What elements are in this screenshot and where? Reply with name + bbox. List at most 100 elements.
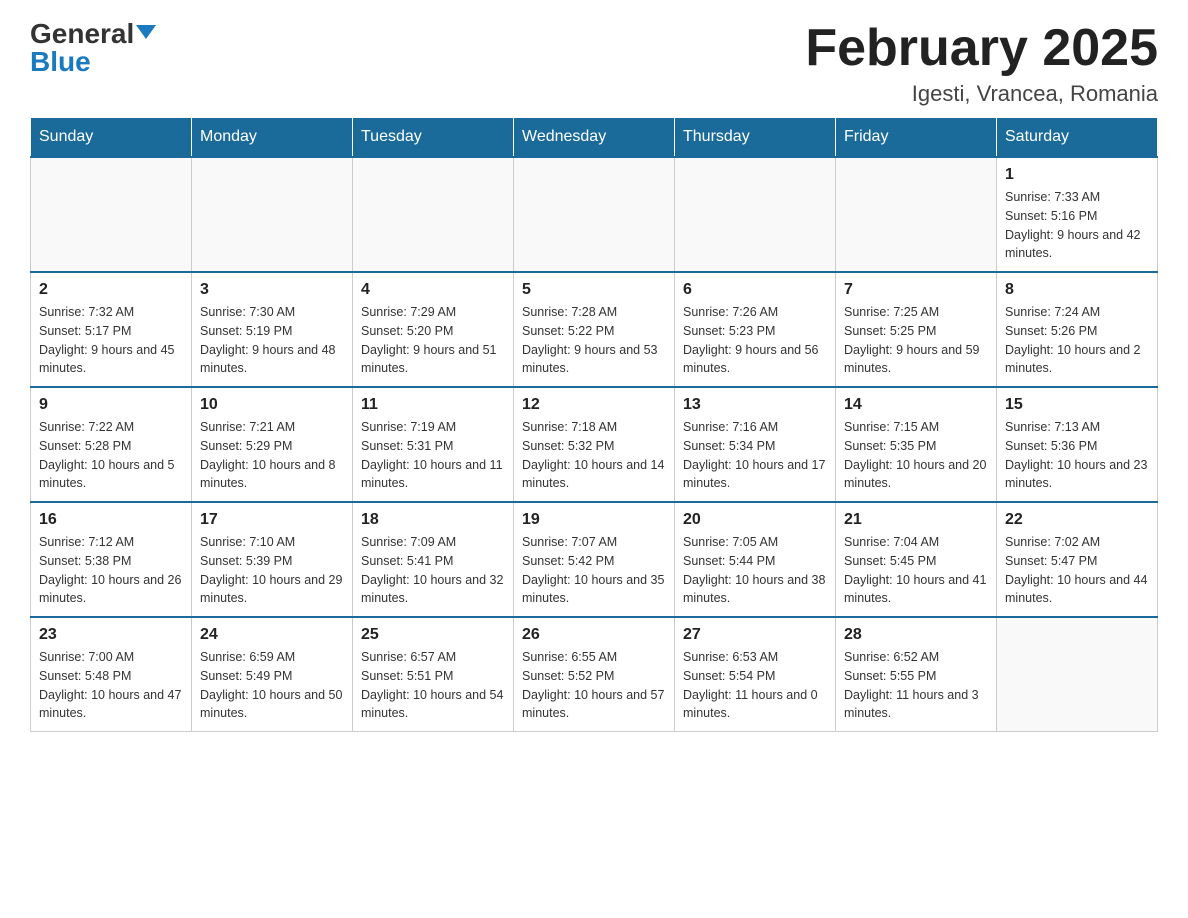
table-row: 6 Sunrise: 7:26 AMSunset: 5:23 PMDaylight… xyxy=(675,272,836,387)
day-info: Sunrise: 7:16 AMSunset: 5:34 PMDaylight:… xyxy=(683,418,827,493)
day-info: Sunrise: 7:10 AMSunset: 5:39 PMDaylight:… xyxy=(200,533,344,608)
day-number: 10 xyxy=(200,396,344,414)
table-row: 18 Sunrise: 7:09 AMSunset: 5:41 PMDayligh… xyxy=(353,502,514,617)
day-number: 9 xyxy=(39,396,183,414)
table-row: 5Sunrise: 7:28 AMSunset: 5:22 PMDaylight… xyxy=(514,272,675,387)
table-row xyxy=(997,617,1158,732)
day-number: 15 xyxy=(1005,396,1149,414)
day-info: Sunrise: 7:12 AMSunset: 5:38 PMDaylight:… xyxy=(39,533,183,608)
day-info: Sunrise: 7:25 AMSunset: 5:25 PMDaylight:… xyxy=(844,303,988,378)
calendar-week-row: 16 Sunrise: 7:12 AMSunset: 5:38 PMDayligh… xyxy=(31,502,1158,617)
day-info: Sunrise: 7:22 AMSunset: 5:28 PMDaylight:… xyxy=(39,418,183,493)
day-number: 20 xyxy=(683,511,827,529)
day-info: Sunrise: 7:09 AMSunset: 5:41 PMDaylight:… xyxy=(361,533,505,608)
col-saturday: Saturday xyxy=(997,118,1158,158)
col-friday: Friday xyxy=(836,118,997,158)
day-info: Sunrise: 7:13 AMSunset: 5:36 PMDaylight:… xyxy=(1005,418,1149,493)
month-title: February 2025 xyxy=(805,20,1158,77)
logo-text: GeneralBlue xyxy=(30,20,156,76)
day-number: 16 xyxy=(39,511,183,529)
table-row: 17 Sunrise: 7:10 AMSunset: 5:39 PMDayligh… xyxy=(192,502,353,617)
col-tuesday: Tuesday xyxy=(353,118,514,158)
logo-blue: Blue xyxy=(30,46,91,77)
day-number: 11 xyxy=(361,396,505,414)
day-info: Sunrise: 7:19 AMSunset: 5:31 PMDaylight:… xyxy=(361,418,505,493)
day-info: Sunrise: 7:05 AMSunset: 5:44 PMDaylight:… xyxy=(683,533,827,608)
day-number: 13 xyxy=(683,396,827,414)
table-row: 12Sunrise: 7:18 AMSunset: 5:32 PMDayligh… xyxy=(514,387,675,502)
table-row: 8 Sunrise: 7:24 AMSunset: 5:26 PMDaylight… xyxy=(997,272,1158,387)
day-number: 8 xyxy=(1005,281,1149,299)
logo-triangle-icon xyxy=(136,25,156,39)
table-row: 15 Sunrise: 7:13 AMSunset: 5:36 PMDayligh… xyxy=(997,387,1158,502)
table-row: 16 Sunrise: 7:12 AMSunset: 5:38 PMDayligh… xyxy=(31,502,192,617)
table-row: 7 Sunrise: 7:25 AMSunset: 5:25 PMDaylight… xyxy=(836,272,997,387)
table-row: 11 Sunrise: 7:19 AMSunset: 5:31 PMDayligh… xyxy=(353,387,514,502)
day-number: 6 xyxy=(683,281,827,299)
table-row xyxy=(514,157,675,272)
day-number: 14 xyxy=(844,396,988,414)
day-info: Sunrise: 6:57 AMSunset: 5:51 PMDaylight:… xyxy=(361,648,505,723)
day-info: Sunrise: 7:29 AMSunset: 5:20 PMDaylight:… xyxy=(361,303,505,378)
day-number: 4 xyxy=(361,281,505,299)
day-info: Sunrise: 7:15 AMSunset: 5:35 PMDaylight:… xyxy=(844,418,988,493)
day-number: 7 xyxy=(844,281,988,299)
table-row xyxy=(192,157,353,272)
day-info: Sunrise: 7:33 AMSunset: 5:16 PMDaylight:… xyxy=(1005,188,1149,263)
table-row: 20 Sunrise: 7:05 AMSunset: 5:44 PMDayligh… xyxy=(675,502,836,617)
col-monday: Monday xyxy=(192,118,353,158)
table-row xyxy=(675,157,836,272)
col-thursday: Thursday xyxy=(675,118,836,158)
table-row xyxy=(836,157,997,272)
table-row: 21Sunrise: 7:04 AMSunset: 5:45 PMDayligh… xyxy=(836,502,997,617)
table-row: 2Sunrise: 7:32 AMSunset: 5:17 PMDaylight… xyxy=(31,272,192,387)
col-sunday: Sunday xyxy=(31,118,192,158)
day-number: 27 xyxy=(683,626,827,644)
day-info: Sunrise: 6:53 AMSunset: 5:54 PMDaylight:… xyxy=(683,648,827,723)
day-number: 28 xyxy=(844,626,988,644)
table-row: 13 Sunrise: 7:16 AMSunset: 5:34 PMDayligh… xyxy=(675,387,836,502)
table-row: 19 Sunrise: 7:07 AMSunset: 5:42 PMDayligh… xyxy=(514,502,675,617)
calendar-week-row: 23 Sunrise: 7:00 AMSunset: 5:48 PMDayligh… xyxy=(31,617,1158,732)
day-info: Sunrise: 7:02 AMSunset: 5:47 PMDaylight:… xyxy=(1005,533,1149,608)
calendar-week-row: 2Sunrise: 7:32 AMSunset: 5:17 PMDaylight… xyxy=(31,272,1158,387)
day-info: Sunrise: 7:04 AMSunset: 5:45 PMDaylight:… xyxy=(844,533,988,608)
table-row: 26Sunrise: 6:55 AMSunset: 5:52 PMDayligh… xyxy=(514,617,675,732)
location: Igesti, Vrancea, Romania xyxy=(805,81,1158,107)
table-row: 23 Sunrise: 7:00 AMSunset: 5:48 PMDayligh… xyxy=(31,617,192,732)
table-row: 25Sunrise: 6:57 AMSunset: 5:51 PMDayligh… xyxy=(353,617,514,732)
table-row: 28 Sunrise: 6:52 AMSunset: 5:55 PMDayligh… xyxy=(836,617,997,732)
day-info: Sunrise: 7:24 AMSunset: 5:26 PMDaylight:… xyxy=(1005,303,1149,378)
day-info: Sunrise: 7:00 AMSunset: 5:48 PMDaylight:… xyxy=(39,648,183,723)
day-info: Sunrise: 6:52 AMSunset: 5:55 PMDaylight:… xyxy=(844,648,988,723)
day-info: Sunrise: 7:32 AMSunset: 5:17 PMDaylight:… xyxy=(39,303,183,378)
day-number: 3 xyxy=(200,281,344,299)
table-row: 27 Sunrise: 6:53 AMSunset: 5:54 PMDayligh… xyxy=(675,617,836,732)
table-row: 9 Sunrise: 7:22 AMSunset: 5:28 PMDaylight… xyxy=(31,387,192,502)
day-info: Sunrise: 7:21 AMSunset: 5:29 PMDaylight:… xyxy=(200,418,344,493)
table-row: 22 Sunrise: 7:02 AMSunset: 5:47 PMDayligh… xyxy=(997,502,1158,617)
table-row: 14 Sunrise: 7:15 AMSunset: 5:35 PMDayligh… xyxy=(836,387,997,502)
day-info: Sunrise: 6:59 AMSunset: 5:49 PMDaylight:… xyxy=(200,648,344,723)
table-row: 10 Sunrise: 7:21 AMSunset: 5:29 PMDayligh… xyxy=(192,387,353,502)
calendar-week-row: 1 Sunrise: 7:33 AMSunset: 5:16 PMDaylight… xyxy=(31,157,1158,272)
table-row: 3Sunrise: 7:30 AMSunset: 5:19 PMDaylight… xyxy=(192,272,353,387)
day-number: 24 xyxy=(200,626,344,644)
day-number: 18 xyxy=(361,511,505,529)
day-number: 5 xyxy=(522,281,666,299)
day-info: Sunrise: 7:26 AMSunset: 5:23 PMDaylight:… xyxy=(683,303,827,378)
table-row: 1 Sunrise: 7:33 AMSunset: 5:16 PMDaylight… xyxy=(997,157,1158,272)
day-info: Sunrise: 6:55 AMSunset: 5:52 PMDaylight:… xyxy=(522,648,666,723)
table-row: 24 Sunrise: 6:59 AMSunset: 5:49 PMDayligh… xyxy=(192,617,353,732)
day-number: 23 xyxy=(39,626,183,644)
table-row xyxy=(31,157,192,272)
day-number: 17 xyxy=(200,511,344,529)
table-row: 4 Sunrise: 7:29 AMSunset: 5:20 PMDaylight… xyxy=(353,272,514,387)
day-number: 1 xyxy=(1005,166,1149,184)
calendar-week-row: 9 Sunrise: 7:22 AMSunset: 5:28 PMDaylight… xyxy=(31,387,1158,502)
calendar-table: Sunday Monday Tuesday Wednesday Thursday… xyxy=(30,117,1158,732)
day-info: Sunrise: 7:07 AMSunset: 5:42 PMDaylight:… xyxy=(522,533,666,608)
day-number: 19 xyxy=(522,511,666,529)
day-number: 12 xyxy=(522,396,666,414)
day-number: 22 xyxy=(1005,511,1149,529)
